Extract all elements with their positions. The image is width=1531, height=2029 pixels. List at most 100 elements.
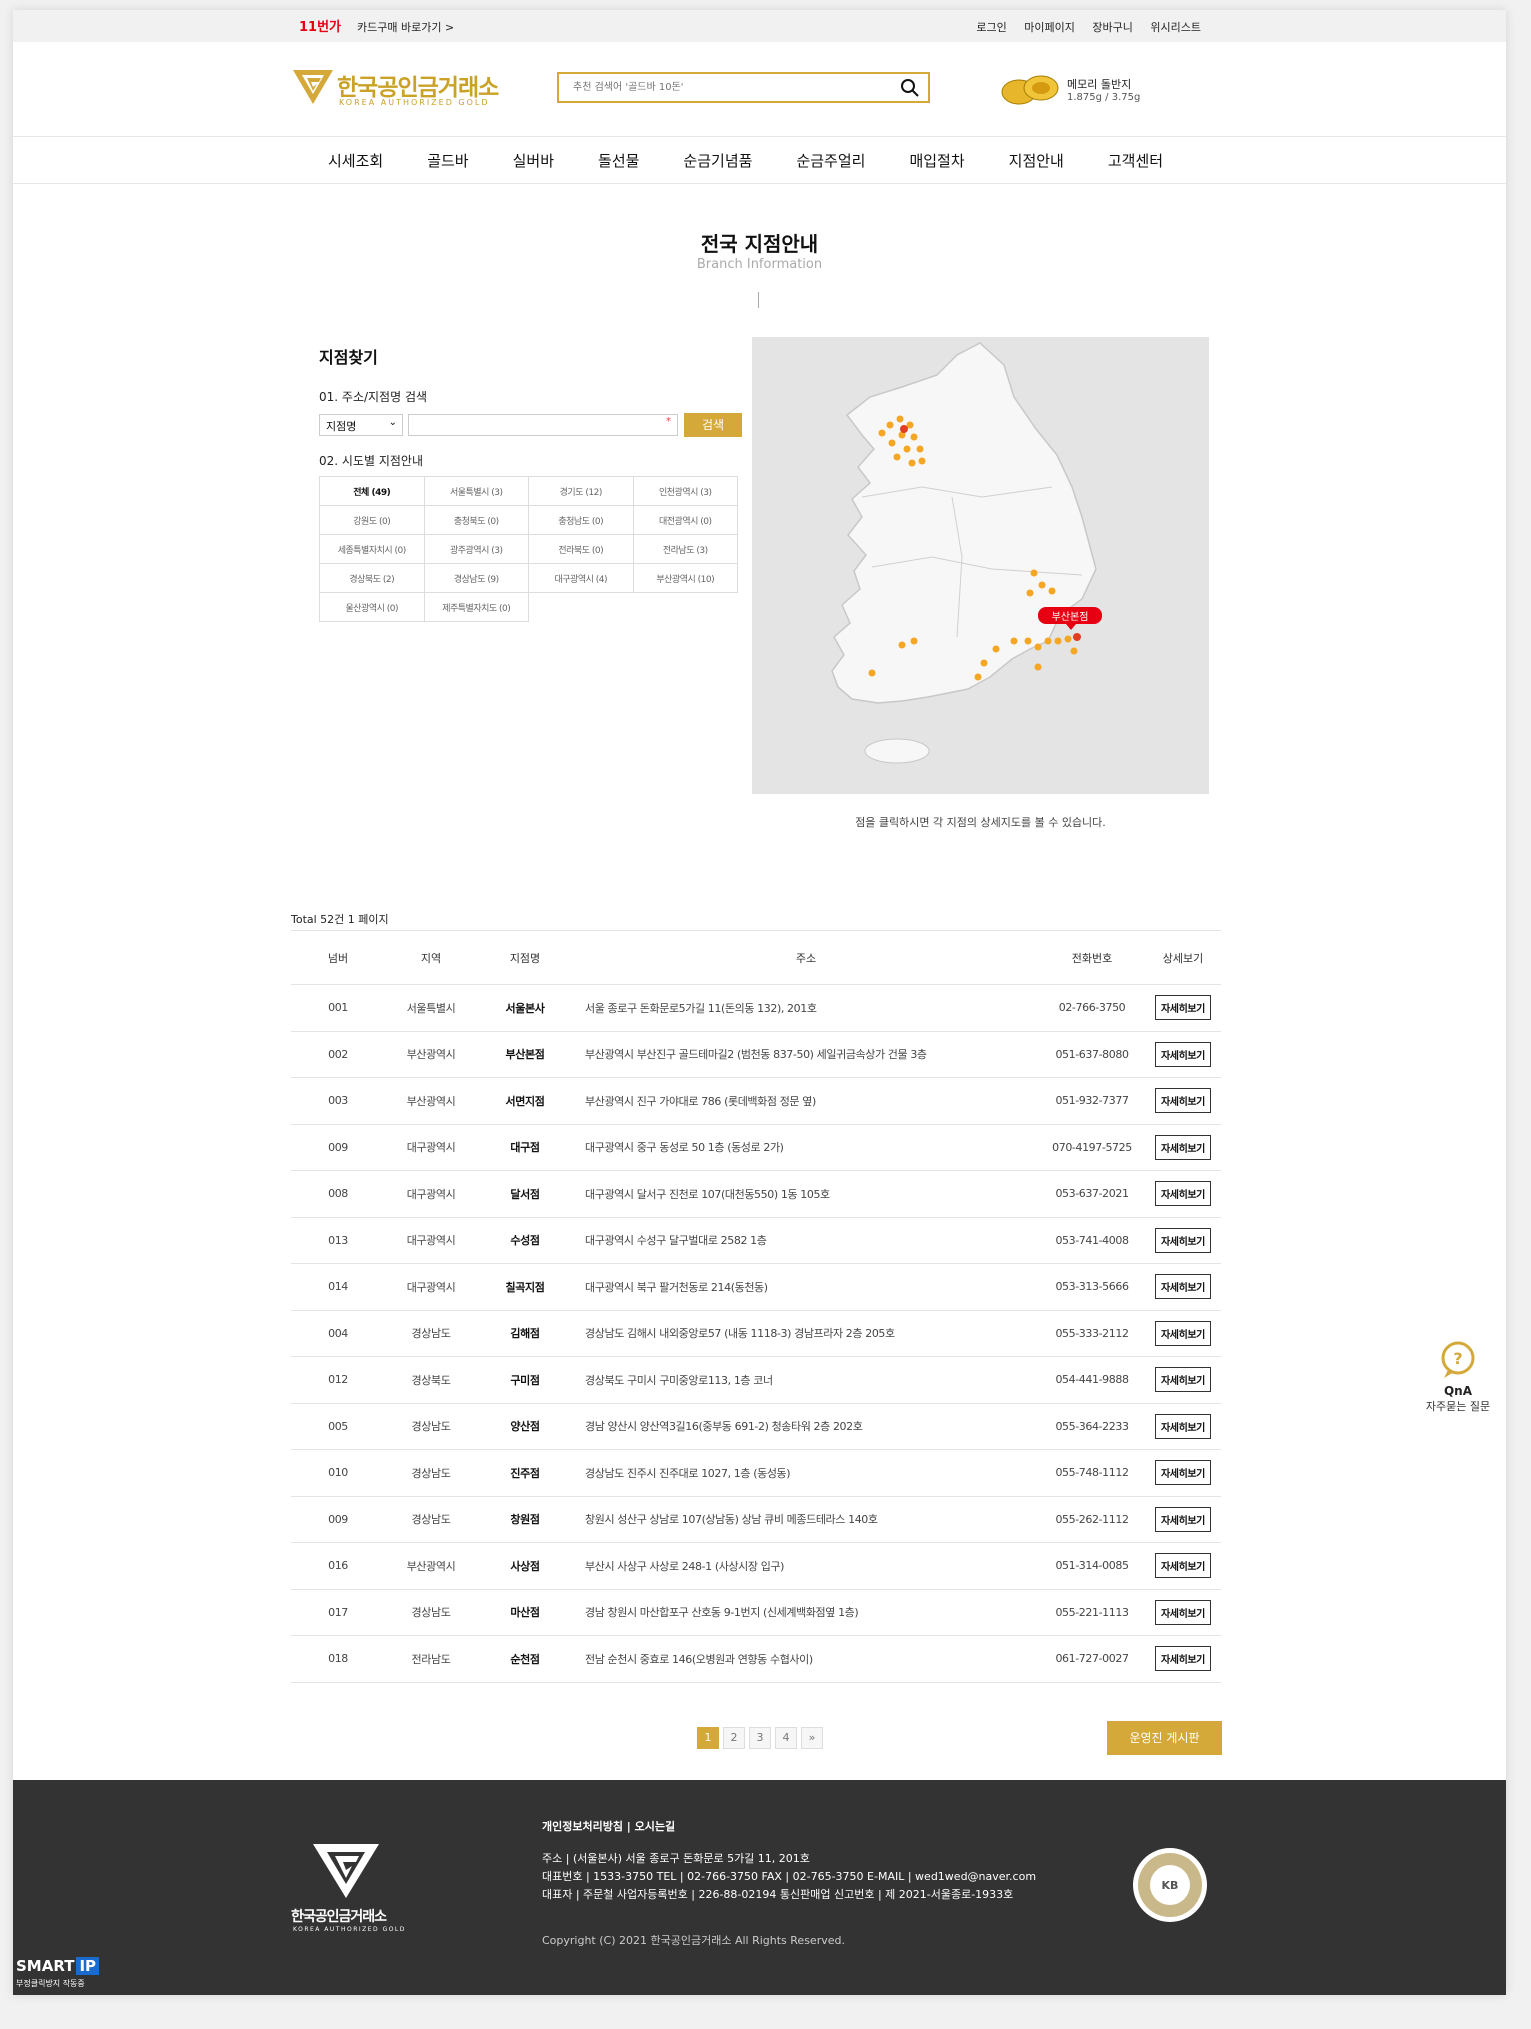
cell-region: 대구광역시	[385, 1170, 477, 1218]
chevron-down-icon: ⌄	[388, 417, 397, 428]
region-ulsan[interactable]: 울산광역시 (0)	[319, 592, 425, 622]
table-row: 012 경상북도 구미점 경상북도 구미시 구미중앙로113, 1층 코너 054-44…	[291, 1356, 1221, 1404]
nav-jewelry[interactable]: 순금주얼리	[796, 150, 865, 171]
region-jeonbuk[interactable]: 전라북도 (0)	[528, 534, 634, 564]
detail-button[interactable]: 자세히보기	[1154, 1320, 1211, 1346]
region-chungbuk[interactable]: 충청북도 (0)	[423, 505, 529, 535]
header: 한국공인금거래소 KOREA AUTHORIZED GOLD 메모리 돌반지 1…	[291, 10, 1221, 140]
region-chungnam[interactable]: 충청남도 (0)	[528, 505, 634, 535]
table-row: 003 부산광역시 서면지점 부산광역시 진구 가야대로 786 (롯데백화점 정문 …	[291, 1077, 1221, 1125]
cell-address: 경상남도 김해시 내외중앙로57 (내동 1118-3) 경남프라자 2층 20…	[573, 1310, 1039, 1357]
nav-support[interactable]: 고객센터	[1108, 150, 1163, 171]
branch-table: 넘버 지역 지점명 주소 전화번호 상세보기 001 서울특별시 서울본사 서울 종로…	[291, 930, 1221, 1683]
branch-search-button[interactable]: 검색	[684, 413, 742, 437]
cell-detail: 자세히보기	[1145, 1217, 1221, 1264]
footer-logo-mark-icon	[313, 1844, 379, 1898]
col-region: 지역	[385, 930, 477, 985]
search-type-select[interactable]: 지점명 ⌄	[319, 414, 403, 436]
nav-price[interactable]: 시세조회	[328, 150, 383, 171]
nav-baby-gift[interactable]: 돌선물	[598, 150, 639, 171]
region-gwangju[interactable]: 광주광역시 (3)	[423, 534, 529, 564]
cell-address: 대구광역시 달서구 진천로 107(대천동550) 1동 105호	[573, 1170, 1039, 1218]
nav-silverbar[interactable]: 실버바	[513, 150, 554, 171]
region-gangwon[interactable]: 강원도 (0)	[319, 505, 425, 535]
footer-links[interactable]: 개인정보처리방침 | 오시는길	[542, 1818, 675, 1834]
detail-button[interactable]: 자세히보기	[1154, 1367, 1211, 1393]
cell-region: 경상북도	[385, 1356, 477, 1404]
table-row: 009 경상남도 창원점 창원시 성산구 상남로 107(상남동) 상남 큐비 메종드…	[291, 1496, 1221, 1543]
cell-branch: 수성점	[477, 1217, 573, 1264]
detail-button[interactable]: 자세히보기	[1154, 1506, 1211, 1532]
region-gyeongbuk[interactable]: 경상북도 (2)	[319, 563, 425, 593]
cell-region: 경상남도	[385, 1496, 477, 1543]
cell-branch: 대구점	[477, 1124, 573, 1171]
cell-region: 부산광역시	[385, 1077, 477, 1125]
promo-banner[interactable]: 메모리 돌반지 1.875g / 3.75g	[999, 70, 1219, 114]
page-next-icon[interactable]: »	[801, 1727, 823, 1749]
region-daegu[interactable]: 대구광역시 (4)	[528, 563, 634, 593]
region-seoul[interactable]: 서울특별시 (3)	[423, 476, 529, 506]
map-callout[interactable]: 부산본점	[1052, 611, 1089, 623]
region-all[interactable]: 전체 (49)	[319, 476, 425, 506]
page-1[interactable]: 1	[697, 1727, 719, 1749]
detail-button[interactable]: 자세히보기	[1154, 995, 1211, 1021]
region-jeonnam[interactable]: 전라남도 (3)	[632, 534, 738, 564]
detail-button[interactable]: 자세히보기	[1154, 1460, 1211, 1486]
detail-button[interactable]: 자세히보기	[1154, 1413, 1211, 1439]
cell-detail: 자세히보기	[1145, 984, 1221, 1032]
detail-button[interactable]: 자세히보기	[1154, 1134, 1211, 1160]
nav-souvenir[interactable]: 순금기념품	[683, 150, 752, 171]
region-daejeon[interactable]: 대전광역시 (0)	[632, 505, 738, 535]
cell-branch: 마산점	[477, 1589, 573, 1636]
detail-button[interactable]: 자세히보기	[1154, 1646, 1211, 1672]
detail-button[interactable]: 자세히보기	[1154, 1041, 1211, 1067]
region-gyeonggi[interactable]: 경기도 (12)	[528, 476, 634, 506]
divider	[13, 183, 1506, 184]
cell-address: 대구광역시 북구 팔거천동로 214(동천동)	[573, 1263, 1039, 1311]
detail-button[interactable]: 자세히보기	[1154, 1088, 1211, 1114]
detail-button[interactable]: 자세히보기	[1154, 1274, 1211, 1300]
search-icon[interactable]	[900, 78, 920, 98]
branch-search-input[interactable]: *	[408, 414, 678, 436]
qna-floating-button[interactable]: ? QnA 자주묻는 질문	[1418, 1340, 1498, 1414]
cell-region: 부산광역시	[385, 1031, 477, 1078]
cell-number: 010	[291, 1449, 385, 1497]
cell-region: 경상남도	[385, 1589, 477, 1636]
cell-detail: 자세히보기	[1145, 1496, 1221, 1543]
page-3[interactable]: 3	[749, 1727, 771, 1749]
korea-map-graphic: 부산본점	[831, 342, 1102, 764]
promo-title: 메모리 돌반지	[1067, 78, 1132, 91]
kb-escrow-badge-icon[interactable]: KB	[1131, 1846, 1209, 1924]
cell-number: 005	[291, 1403, 385, 1450]
nav-purchase[interactable]: 매입절차	[909, 150, 964, 171]
site-logo[interactable]: 한국공인금거래소 KOREA AUTHORIZED GOLD	[291, 66, 521, 116]
cell-address: 전남 순천시 중효로 146(오병원과 연향동 수협사이)	[573, 1635, 1039, 1683]
region-sejong[interactable]: 세종특별자치시 (0)	[319, 534, 425, 564]
table-row: 004 경상남도 김해점 경상남도 김해시 내외중앙로57 (내동 1118-3) 경…	[291, 1310, 1221, 1357]
region-jeju[interactable]: 제주특별자치도 (0)	[423, 592, 529, 622]
cell-number: 009	[291, 1496, 385, 1543]
region-incheon[interactable]: 인천광역시 (3)	[632, 476, 738, 506]
detail-button[interactable]: 자세히보기	[1154, 1553, 1211, 1579]
cell-region: 경상남도	[385, 1449, 477, 1497]
cell-phone: 055-262-1112	[1039, 1496, 1145, 1543]
page-2[interactable]: 2	[723, 1727, 745, 1749]
region-busan[interactable]: 부산광역시 (10)	[632, 563, 738, 593]
cell-address: 경상남도 진주시 진주대로 1027, 1층 (동성동)	[573, 1449, 1039, 1497]
admin-board-button[interactable]: 운영진 게시판	[1107, 1721, 1222, 1755]
nav-goldbar[interactable]: 골드바	[427, 150, 468, 171]
region-gyeongnam[interactable]: 경상남도 (9)	[423, 563, 529, 593]
detail-button[interactable]: 자세히보기	[1154, 1181, 1211, 1207]
footer-logo-name: 한국공인금거래소	[291, 1909, 387, 1925]
nav-branch[interactable]: 지점안내	[1009, 150, 1064, 171]
detail-button[interactable]: 자세히보기	[1154, 1599, 1211, 1625]
korea-map[interactable]: 부산본점	[752, 337, 1209, 794]
logo-name: 한국공인금거래소	[337, 75, 499, 101]
table-row: 001 서울특별시 서울본사 서울 종로구 돈화문로5가길 11(돈의동 132), …	[291, 984, 1221, 1032]
cell-branch: 구미점	[477, 1356, 573, 1404]
detail-button[interactable]: 자세히보기	[1154, 1227, 1211, 1253]
table-row: 017 경상남도 마산점 경남 창원시 마산합포구 산호동 9-1번지 (신세계백화점…	[291, 1589, 1221, 1636]
search-input[interactable]	[573, 74, 873, 100]
cell-branch: 진주점	[477, 1449, 573, 1497]
page-4[interactable]: 4	[775, 1727, 797, 1749]
